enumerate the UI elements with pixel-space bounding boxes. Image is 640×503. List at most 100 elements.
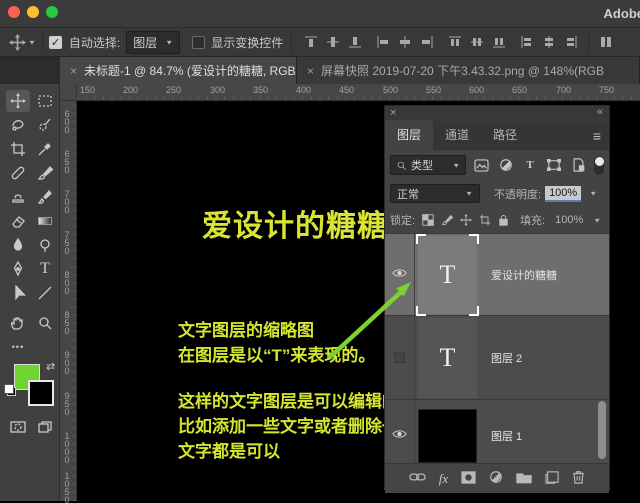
fill-value-field[interactable]: 100% bbox=[552, 213, 586, 227]
layer-row-layer1[interactable]: 图层 1 bbox=[385, 400, 609, 463]
lasso-tool-button[interactable] bbox=[6, 114, 30, 136]
quick-selection-tool-button[interactable] bbox=[33, 114, 57, 136]
close-tab-icon[interactable]: × bbox=[307, 64, 314, 78]
screen-mode-button[interactable] bbox=[33, 416, 57, 438]
clone-stamp-tool-button[interactable] bbox=[6, 186, 30, 208]
align-top-edges-button[interactable] bbox=[300, 32, 322, 52]
text-layer-thumbnail[interactable]: T bbox=[416, 234, 479, 316]
background-color-swatch[interactable] bbox=[28, 380, 54, 406]
panel-menu-icon[interactable]: ≡ bbox=[593, 128, 601, 144]
zoom-window-button[interactable] bbox=[46, 6, 58, 18]
distribute-bottom-edges-button[interactable] bbox=[488, 32, 510, 52]
tab-paths[interactable]: 路径 bbox=[481, 120, 529, 150]
blend-mode-dropdown[interactable]: 正常 ▼ bbox=[390, 184, 480, 203]
filter-adjustment-layers-icon[interactable] bbox=[497, 158, 515, 172]
layer-name[interactable]: 爱设计的糖糖 bbox=[491, 267, 557, 283]
default-colors-icon[interactable] bbox=[4, 384, 16, 396]
new-group-folder-icon[interactable] bbox=[516, 471, 532, 487]
distribute-right-edges-button[interactable] bbox=[560, 32, 582, 52]
align-right-edges-button[interactable] bbox=[416, 32, 438, 52]
panel-scrollbar-thumb[interactable] bbox=[598, 401, 606, 459]
move-tool-icon[interactable] bbox=[6, 32, 28, 52]
filter-type-dropdown[interactable]: 类型 ▼ bbox=[390, 155, 467, 175]
chevron-down-icon: ▼ bbox=[165, 38, 174, 46]
layer-name[interactable]: 图层 1 bbox=[491, 428, 522, 444]
swap-colors-icon[interactable]: ⇄ bbox=[46, 360, 55, 373]
show-transform-checkbox[interactable] bbox=[192, 35, 206, 49]
image-layer-thumbnail[interactable] bbox=[418, 408, 477, 463]
gradient-tool-button[interactable] bbox=[33, 210, 57, 232]
distribute-spacing-button[interactable] bbox=[595, 32, 617, 52]
close-tab-icon[interactable]: × bbox=[70, 64, 77, 78]
distribute-vertical-centers-button[interactable] bbox=[466, 32, 488, 52]
edit-toolbar-ellipsis-button[interactable]: ••• bbox=[6, 336, 30, 358]
brush-tool-button[interactable] bbox=[33, 162, 57, 184]
align-vertical-centers-button[interactable] bbox=[322, 32, 344, 52]
tab-layers[interactable]: 图层 bbox=[385, 120, 434, 150]
collapse-panel-icon[interactable]: « bbox=[597, 106, 603, 118]
type-tool-button[interactable]: T bbox=[33, 258, 57, 280]
tool-preset-chevron-icon[interactable]: ▼ bbox=[28, 38, 36, 45]
auto-select-target-dropdown[interactable]: 图层 ▼ bbox=[126, 30, 181, 54]
filter-type-layers-icon[interactable]: T bbox=[521, 159, 539, 171]
canvas-annotation-1: 文字图层的缩略图 在图层是以“T”来表现的。 bbox=[178, 321, 376, 365]
dodge-tool-button[interactable] bbox=[33, 234, 57, 256]
layer-name[interactable]: 图层 2 bbox=[491, 350, 522, 366]
text-layer-thumbnail[interactable]: T bbox=[418, 317, 477, 398]
visibility-eye-empty[interactable] bbox=[394, 352, 405, 363]
path-selection-tool-button[interactable] bbox=[6, 282, 30, 304]
opacity-value-field[interactable]: 100% bbox=[545, 185, 582, 202]
filter-shape-layers-icon[interactable] bbox=[545, 159, 563, 171]
line-tool-button[interactable] bbox=[33, 282, 57, 304]
lock-label: 锁定: bbox=[390, 215, 416, 227]
eyedropper-tool-button[interactable] bbox=[33, 138, 57, 160]
canvas-annotation-2: 这样的文字图层是可以编辑的， 比如添加一些文字或者删除一些 文字都是可以 bbox=[178, 392, 416, 461]
layer-style-fx-icon[interactable]: fx bbox=[439, 471, 448, 487]
filter-smart-objects-icon[interactable] bbox=[570, 158, 588, 172]
close-window-button[interactable] bbox=[8, 6, 20, 18]
link-layers-icon[interactable] bbox=[409, 471, 426, 486]
lock-transparency-icon[interactable] bbox=[422, 214, 434, 226]
opacity-chevron-icon[interactable]: ▼ bbox=[589, 190, 597, 197]
quick-mask-button[interactable] bbox=[6, 416, 30, 438]
ruler-origin-corner[interactable] bbox=[60, 84, 77, 101]
filter-pixel-layers-icon[interactable] bbox=[472, 158, 490, 172]
hand-tool-button[interactable] bbox=[6, 312, 30, 334]
align-bottom-edges-button[interactable] bbox=[344, 32, 366, 52]
blend-mode-row: 正常 ▼ 不透明度: 100% ▼ bbox=[385, 180, 609, 207]
distribute-left-edges-button[interactable] bbox=[516, 32, 538, 52]
eraser-tool-button[interactable] bbox=[6, 210, 30, 232]
align-horizontal-centers-button[interactable] bbox=[394, 32, 416, 52]
lock-artboard-icon[interactable] bbox=[479, 214, 491, 226]
fill-chevron-icon[interactable]: ▼ bbox=[593, 216, 601, 223]
distribute-horizontal-centers-button[interactable] bbox=[538, 32, 560, 52]
visibility-eye-icon[interactable] bbox=[392, 429, 407, 442]
document-tab-screenshot[interactable]: × 屏幕快照 2019-07-20 下午3.43.32.png @ 148%(R… bbox=[297, 57, 640, 84]
visibility-eye-icon[interactable] bbox=[392, 268, 407, 281]
zoom-tool-button[interactable] bbox=[33, 312, 57, 334]
layer-filtering-toggle[interactable] bbox=[593, 155, 605, 175]
lock-pixels-icon[interactable] bbox=[441, 214, 454, 226]
blur-tool-button[interactable] bbox=[6, 234, 30, 256]
distribute-top-edges-button[interactable] bbox=[444, 32, 466, 52]
crop-tool-button[interactable] bbox=[6, 138, 30, 160]
layer-row-layer2[interactable]: T 图层 2 bbox=[385, 316, 609, 400]
lock-position-icon[interactable] bbox=[460, 214, 473, 226]
close-panel-icon[interactable]: × bbox=[390, 107, 396, 119]
new-adjustment-layer-icon[interactable] bbox=[489, 470, 503, 487]
move-tool-button[interactable] bbox=[6, 90, 30, 112]
lock-all-icon[interactable] bbox=[498, 214, 509, 226]
document-tab-untitled[interactable]: × 未标题-1 @ 84.7% (爱设计的糖糖, RGB/8) * bbox=[60, 57, 297, 84]
layer-row-text-selected[interactable]: T 爱设计的糖糖 bbox=[385, 234, 609, 316]
pen-tool-button[interactable] bbox=[6, 258, 30, 280]
history-brush-tool-button[interactable] bbox=[33, 186, 57, 208]
auto-select-checkbox[interactable]: ✓ bbox=[48, 35, 62, 49]
minimize-window-button[interactable] bbox=[27, 6, 39, 18]
rectangular-marquee-tool-button[interactable] bbox=[33, 90, 57, 112]
new-layer-icon[interactable] bbox=[545, 470, 559, 487]
add-mask-icon[interactable] bbox=[461, 470, 476, 487]
tab-channels[interactable]: 通道 bbox=[433, 120, 481, 150]
delete-layer-trash-icon[interactable] bbox=[572, 470, 585, 487]
healing-brush-tool-button[interactable] bbox=[6, 162, 30, 184]
align-left-edges-button[interactable] bbox=[372, 32, 394, 52]
